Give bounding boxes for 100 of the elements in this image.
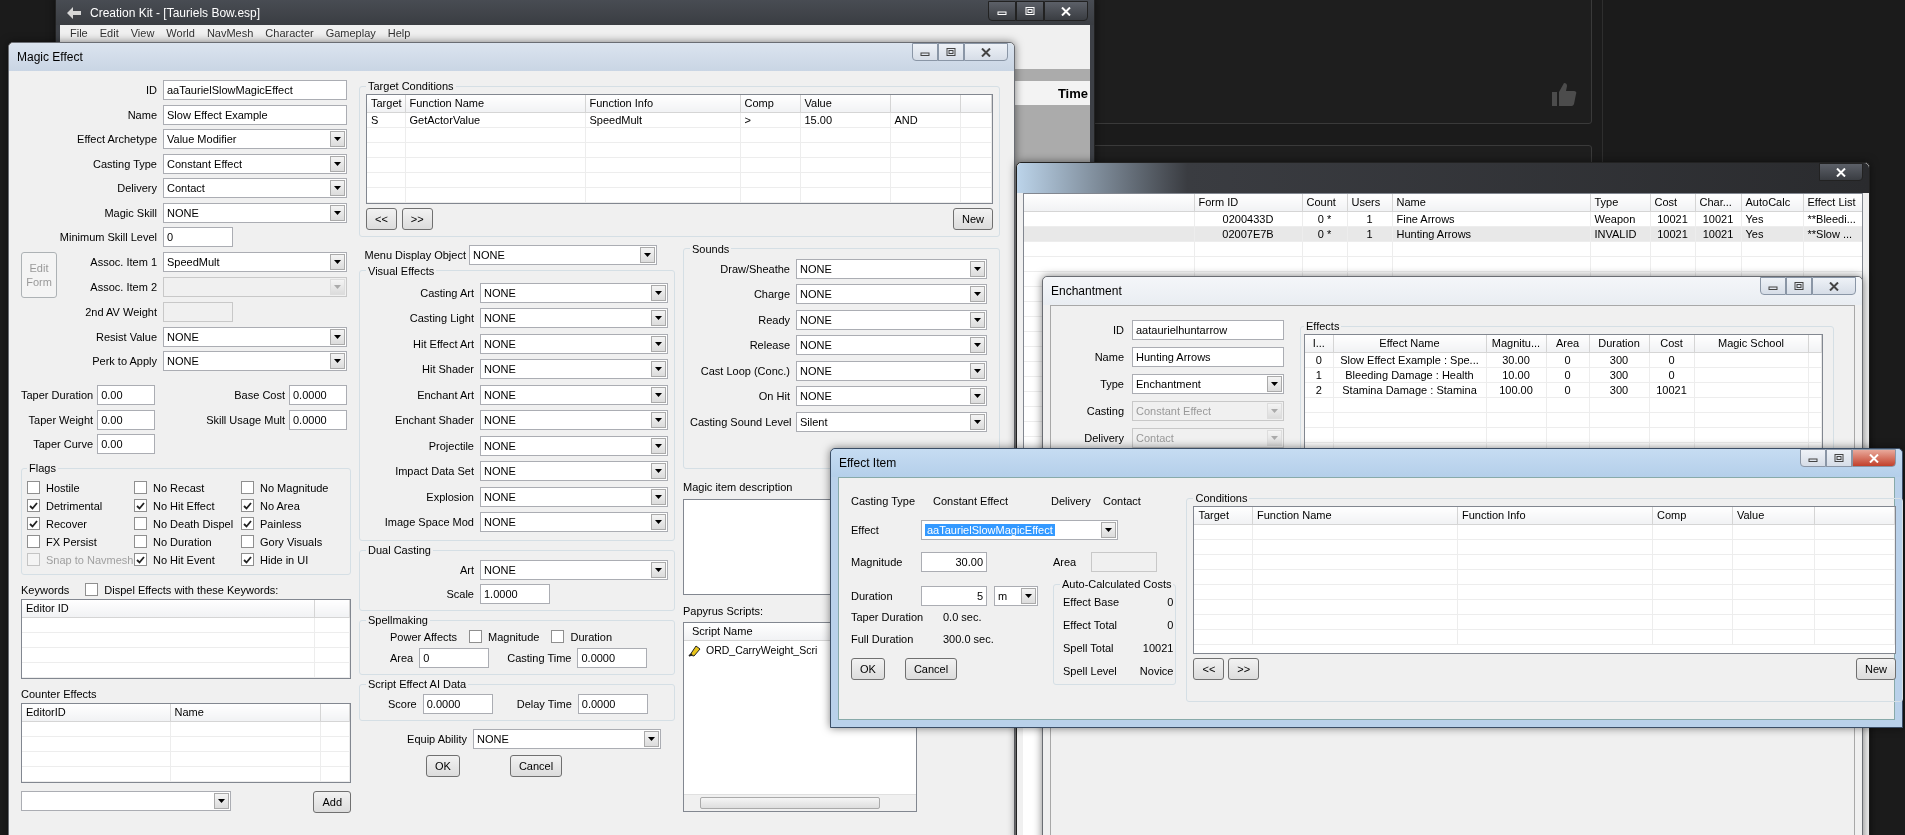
menu-item[interactable]: Gameplay bbox=[319, 27, 382, 39]
dropdown[interactable]: NONE bbox=[796, 284, 987, 304]
column-header[interactable]: Editor ID bbox=[22, 600, 314, 617]
dropdown[interactable]: NONE bbox=[480, 560, 668, 580]
text-field[interactable]: Slow Effect Example bbox=[163, 104, 347, 125]
dropdown[interactable]: m bbox=[994, 586, 1038, 606]
checkbox[interactable]: Gory Visuals bbox=[241, 535, 344, 548]
column-header[interactable]: I... bbox=[1305, 335, 1333, 352]
checkbox[interactable]: Dispel Effects with these Keywords: bbox=[85, 583, 279, 596]
checkbox[interactable]: No Hit Event bbox=[134, 553, 241, 566]
dropdown[interactable]: NONE bbox=[480, 333, 668, 354]
text-field[interactable]: 30.00 bbox=[921, 552, 987, 572]
column-header[interactable]: Function Info bbox=[585, 95, 740, 112]
column-header[interactable]: Target bbox=[1194, 507, 1253, 524]
menu-item[interactable]: Character bbox=[259, 27, 320, 39]
dropdown[interactable]: NONE bbox=[796, 335, 987, 355]
checkbox[interactable]: No Death Dispel bbox=[134, 517, 241, 530]
column-header[interactable]: AutoCalc bbox=[1741, 194, 1803, 211]
previous-button[interactable]: << bbox=[1193, 658, 1225, 680]
checkbox[interactable]: No Magnitude bbox=[241, 481, 344, 494]
text-field[interactable] bbox=[1091, 552, 1157, 572]
checkbox[interactable]: No Recast bbox=[134, 481, 241, 494]
dropdown[interactable]: NONE bbox=[796, 360, 987, 381]
column-header[interactable]: Value bbox=[1732, 507, 1815, 524]
text-field[interactable]: 1.0000 bbox=[480, 584, 550, 604]
dropdown[interactable]: NONE bbox=[480, 410, 668, 430]
column-header[interactable]: Function Name bbox=[1252, 507, 1458, 524]
menu-item[interactable]: Help bbox=[381, 27, 417, 39]
column-header[interactable]: Name bbox=[170, 704, 320, 721]
thumbs-up-icon[interactable] bbox=[1551, 81, 1577, 107]
next-button[interactable]: >> bbox=[1228, 658, 1260, 680]
checkbox[interactable]: No Hit Effect bbox=[134, 499, 241, 512]
dropdown[interactable]: NONE bbox=[480, 308, 668, 328]
dropdown[interactable]: NONE bbox=[796, 258, 987, 279]
text-field[interactable]: 0.0000 bbox=[289, 385, 347, 405]
checkbox[interactable]: Detrimental bbox=[27, 499, 134, 512]
dropdown[interactable]: NONE bbox=[796, 386, 987, 406]
column-header[interactable]: Script Name bbox=[692, 624, 753, 637]
ok-button[interactable]: OK bbox=[851, 658, 885, 680]
column-header[interactable]: Comp bbox=[1652, 507, 1733, 524]
minimize-button[interactable] bbox=[912, 43, 938, 61]
next-button[interactable]: >> bbox=[401, 207, 433, 230]
dropdown[interactable]: SpeedMult bbox=[163, 251, 347, 272]
list-item[interactable]: ORD_CarryWeight_Scri bbox=[706, 644, 818, 656]
minimize-button[interactable] bbox=[1800, 449, 1826, 467]
checkbox[interactable]: FX Persist bbox=[27, 535, 134, 548]
column-header[interactable]: Magic School bbox=[1694, 335, 1808, 352]
column-header[interactable]: Value bbox=[800, 95, 890, 112]
column-header[interactable]: Effect List bbox=[1803, 194, 1862, 211]
checkbox[interactable]: Hide in UI bbox=[241, 553, 344, 566]
close-button[interactable] bbox=[1812, 277, 1856, 295]
close-button[interactable] bbox=[1044, 1, 1088, 21]
column-header[interactable]: Effect Name bbox=[1333, 335, 1486, 352]
checkbox[interactable]: Hostile bbox=[27, 481, 134, 494]
minimize-button[interactable] bbox=[1760, 277, 1786, 295]
dropdown[interactable]: NONE bbox=[480, 384, 668, 405]
dropdown[interactable]: NONE bbox=[480, 461, 668, 481]
checkbox[interactable]: Painless bbox=[241, 517, 344, 530]
add-button[interactable]: Add bbox=[313, 791, 351, 813]
text-field[interactable]: 0.00 bbox=[97, 385, 156, 405]
dropdown[interactable]: NONE bbox=[163, 326, 347, 347]
dropdown[interactable]: NONE bbox=[163, 351, 347, 371]
dropdown[interactable]: NONE bbox=[163, 202, 347, 223]
menu-item[interactable]: View bbox=[124, 27, 161, 39]
minimize-button[interactable] bbox=[988, 1, 1016, 21]
text-field[interactable]: 0.0000 bbox=[422, 694, 493, 714]
column-header[interactable]: Area bbox=[1546, 335, 1589, 352]
checkbox[interactable]: No Area bbox=[241, 499, 344, 512]
dropdown[interactable]: NONE bbox=[473, 729, 661, 749]
scrollbar[interactable] bbox=[684, 793, 916, 811]
checkbox[interactable]: Duration bbox=[551, 630, 612, 643]
table-row[interactable]: 0200433D 0 * 1 Fine Arrows Weapon 10021 10021 Yes **Bleedi... bbox=[1024, 211, 1862, 226]
cancel-button[interactable]: Cancel bbox=[904, 658, 958, 680]
text-field[interactable]: 0.0000 bbox=[577, 648, 648, 668]
dropdown[interactable]: NONE bbox=[480, 435, 668, 456]
text-field[interactable]: Hunting Arrows bbox=[1132, 347, 1284, 367]
maximize-button[interactable] bbox=[1016, 1, 1044, 21]
close-button[interactable] bbox=[964, 43, 1008, 61]
column-header[interactable]: Magnitu... bbox=[1486, 335, 1546, 352]
column-header[interactable]: Function Name bbox=[405, 95, 585, 112]
dropdown[interactable]: Enchantment bbox=[1132, 374, 1284, 394]
dropdown[interactable]: NONE bbox=[480, 486, 668, 507]
dropdown[interactable]: NONE bbox=[480, 282, 668, 303]
dropdown[interactable]: NONE bbox=[796, 309, 987, 330]
column-header[interactable]: Cost bbox=[1650, 194, 1695, 211]
dropdown[interactable]: Constant Effect bbox=[163, 153, 347, 174]
cancel-button[interactable]: Cancel bbox=[509, 755, 563, 777]
column-header[interactable]: Time bbox=[1057, 85, 1088, 101]
dropdown[interactable]: Silent bbox=[796, 411, 987, 432]
text-field[interactable]: 5 bbox=[921, 586, 987, 606]
new-button[interactable]: New bbox=[953, 207, 993, 230]
maximize-button[interactable] bbox=[1826, 449, 1852, 467]
dropdown[interactable]: Contact bbox=[163, 178, 347, 198]
column-header[interactable]: Char... bbox=[1695, 194, 1741, 211]
text-field[interactable]: 0.0000 bbox=[289, 409, 347, 430]
column-header[interactable]: Cost bbox=[1649, 335, 1694, 352]
menu-item[interactable]: File bbox=[64, 27, 94, 39]
text-field[interactable]: aaTaurielSlowMagicEffect bbox=[163, 80, 347, 100]
column-header[interactable]: Users bbox=[1347, 194, 1392, 211]
text-field[interactable]: 0.00 bbox=[97, 434, 156, 454]
